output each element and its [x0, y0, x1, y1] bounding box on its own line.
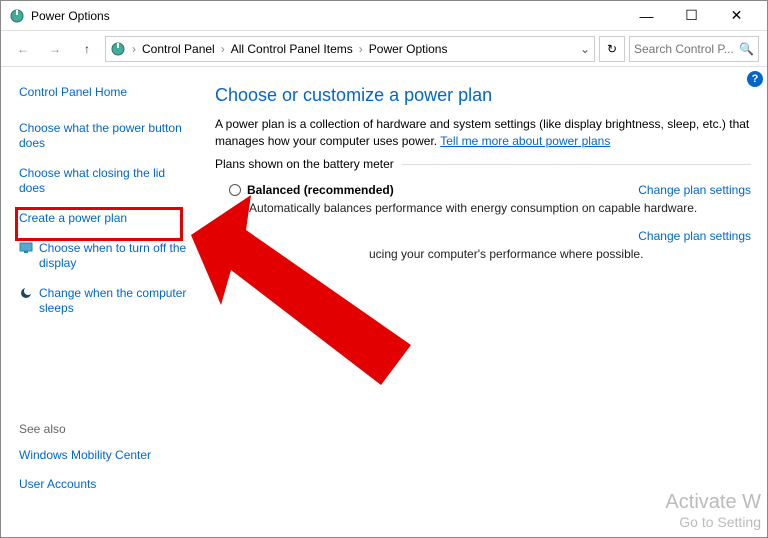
- help-button[interactable]: ?: [747, 71, 763, 87]
- power-plan-second: Change plan settings ucing your computer…: [229, 229, 751, 261]
- sidebar: Control Panel Home Choose what the power…: [1, 67, 199, 537]
- breadcrumb-item[interactable]: Control Panel: [142, 42, 215, 56]
- sidebar-link-power-button[interactable]: Choose what the power button does: [19, 121, 189, 152]
- content-area: ? Choose or customize a power plan A pow…: [199, 67, 767, 537]
- plans-shown-label: Plans shown on the battery meter: [215, 157, 402, 171]
- activation-watermark: Activate W Go to Setting: [665, 490, 761, 531]
- sidebar-link-turn-off-display[interactable]: Choose when to turn off the display: [19, 241, 189, 272]
- refresh-button[interactable]: ↻: [599, 36, 625, 62]
- learn-more-link[interactable]: Tell me more about power plans: [440, 134, 610, 148]
- window-title: Power Options: [31, 9, 624, 23]
- dropdown-icon[interactable]: ⌄: [580, 42, 590, 56]
- monitor-icon: [19, 241, 33, 255]
- seealso-mobility-center[interactable]: Windows Mobility Center: [19, 448, 189, 464]
- forward-button[interactable]: →: [41, 35, 69, 63]
- radio-balanced[interactable]: [229, 184, 241, 196]
- titlebar: Power Options — ☐ ✕: [1, 1, 767, 31]
- back-button[interactable]: ←: [9, 35, 37, 63]
- close-button[interactable]: ✕: [714, 2, 759, 30]
- sidebar-item-label: Choose when to turn off the display: [39, 241, 189, 272]
- sidebar-link-closing-lid[interactable]: Choose what closing the lid does: [19, 166, 189, 197]
- seealso-user-accounts[interactable]: User Accounts: [19, 477, 189, 493]
- search-input[interactable]: [634, 42, 737, 56]
- power-plan-balanced: Balanced (recommended) Change plan setti…: [229, 183, 751, 215]
- power-icon: [9, 8, 25, 24]
- moon-icon: [19, 286, 33, 300]
- plan-description: Automatically balances performance with …: [249, 201, 751, 215]
- navbar: ← → ↑ › Control Panel › All Control Pane…: [1, 31, 767, 67]
- maximize-button[interactable]: ☐: [669, 2, 714, 30]
- minimize-button[interactable]: —: [624, 2, 669, 30]
- change-plan-settings-link[interactable]: Change plan settings: [638, 229, 751, 243]
- power-icon: [110, 41, 126, 57]
- change-plan-settings-link[interactable]: Change plan settings: [638, 183, 751, 197]
- sidebar-item-label: Change when the computer sleeps: [39, 286, 189, 317]
- plan-name: Balanced (recommended): [247, 183, 394, 197]
- sidebar-link-create-plan[interactable]: Create a power plan: [19, 211, 189, 227]
- up-button[interactable]: ↑: [73, 35, 101, 63]
- plan-description: ucing your computer's performance where …: [369, 247, 751, 261]
- sidebar-link-computer-sleeps[interactable]: Change when the computer sleeps: [19, 286, 189, 317]
- search-box[interactable]: 🔍: [629, 36, 759, 62]
- see-also-label: See also: [19, 422, 189, 436]
- page-description: A power plan is a collection of hardware…: [215, 116, 751, 150]
- breadcrumb-item[interactable]: All Control Panel Items: [231, 42, 353, 56]
- page-heading: Choose or customize a power plan: [215, 85, 751, 106]
- control-panel-home-link[interactable]: Control Panel Home: [19, 85, 189, 101]
- address-bar[interactable]: › Control Panel › All Control Panel Item…: [105, 36, 595, 62]
- breadcrumb-item[interactable]: Power Options: [369, 42, 448, 56]
- search-icon: 🔍: [739, 42, 754, 56]
